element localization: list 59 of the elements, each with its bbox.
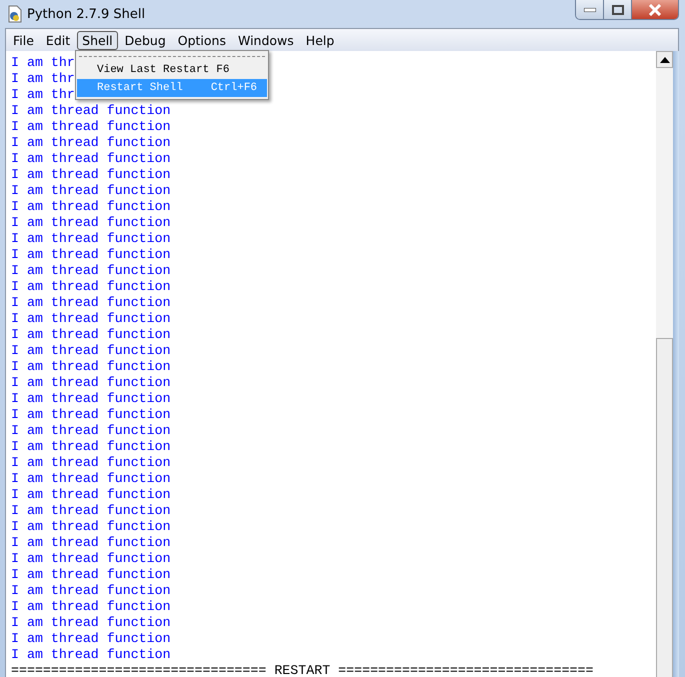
restart-separator: ================================ RESTART ================================ — [11, 663, 594, 677]
minimize-button[interactable] — [576, 0, 604, 19]
scroll-up-button[interactable] — [656, 51, 673, 68]
output-line: I am thread function — [11, 487, 171, 503]
output-line: I am thread function — [11, 391, 171, 407]
scrollbar-thumb[interactable] — [656, 338, 673, 677]
output-line: I am thread function — [11, 583, 171, 599]
output-line: I am thread function — [11, 647, 171, 663]
menu-item[interactable]: File — [8, 30, 39, 50]
close-icon — [648, 4, 662, 16]
output-line: I am thread function — [11, 455, 171, 471]
output-line: I am thread function — [11, 327, 171, 343]
output-line: I am thread function — [11, 615, 171, 631]
menu-item[interactable]: Windows — [232, 30, 299, 50]
menu-item[interactable]: Edit — [40, 30, 76, 50]
output-line: I am thread function — [11, 103, 171, 119]
output-line: I am thread function — [11, 535, 171, 551]
close-button[interactable] — [632, 0, 678, 19]
output-line: I am thread function — [11, 295, 171, 311]
output-line: I am thread function — [11, 343, 171, 359]
output-line: I am thread function — [11, 439, 171, 455]
output-line: I am thread function — [11, 135, 171, 151]
output-line: I am thread function — [11, 151, 171, 167]
python-file-icon — [7, 5, 23, 23]
menu-option[interactable]: View Last Restart F6 — [77, 61, 267, 79]
output-line: I am thread function — [11, 471, 171, 487]
maximize-icon — [612, 4, 624, 14]
output-line: I am thread function — [11, 631, 171, 647]
output-line: I am thread function — [11, 231, 171, 247]
output-line: I am thread function — [11, 359, 171, 375]
output-line: I am thread function — [11, 119, 171, 135]
output-line: I am thread function — [11, 311, 171, 327]
menu-item[interactable]: Options — [172, 30, 231, 50]
minimize-icon — [584, 8, 596, 12]
output-line: I am thread function — [11, 551, 171, 567]
output-line: I am thread function — [11, 183, 171, 199]
output-line: I am thread function — [11, 407, 171, 423]
output-line: I am thread function — [11, 567, 171, 583]
window-title: Python 2.7.9 Shell — [27, 6, 146, 22]
output-line: I am thr — [11, 87, 75, 103]
maximize-button[interactable] — [604, 0, 632, 19]
menu-item[interactable]: Shell — [77, 30, 118, 50]
output-line: I am thread function — [11, 519, 171, 535]
output-line: I am thr — [11, 55, 75, 71]
output-line: I am thread function — [11, 215, 171, 231]
output-line: I am thr — [11, 71, 75, 87]
output-line: I am thread function — [11, 423, 171, 439]
output-line: I am thread function — [11, 279, 171, 295]
output-line: I am thread function — [11, 599, 171, 615]
output-line: I am thread function — [11, 247, 171, 263]
output-line: I am thread function — [11, 263, 171, 279]
menu-item[interactable]: Help — [300, 30, 340, 50]
output-line: I am thread function — [11, 375, 171, 391]
menu-item[interactable]: Debug — [120, 30, 171, 50]
up-arrow-icon — [660, 56, 670, 62]
output-line: I am thread function — [11, 199, 171, 215]
output-line: I am thread function — [11, 503, 171, 519]
output-line: I am thread function — [11, 167, 171, 183]
scrollbar[interactable] — [656, 51, 673, 677]
